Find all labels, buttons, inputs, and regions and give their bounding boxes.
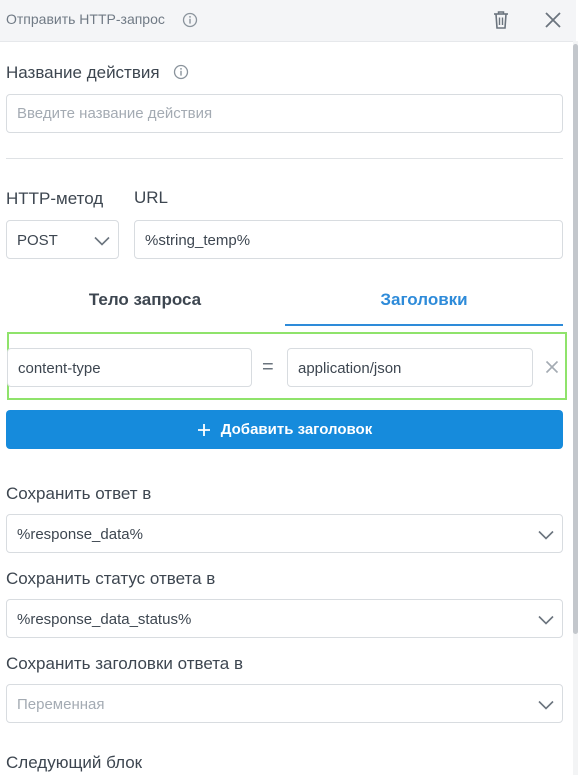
url-label: URL <box>134 188 169 207</box>
chevron-down-icon <box>538 527 554 545</box>
divider <box>6 158 563 159</box>
panel-title: Отправить HTTP-запрос <box>6 11 165 27</box>
panel-header: Отправить HTTP-запрос <box>0 0 576 42</box>
plus-icon <box>197 423 211 437</box>
chevron-down-icon <box>94 233 110 251</box>
url-value: %string_temp% <box>145 232 251 249</box>
save-status-value: %response_data_status% <box>17 611 192 628</box>
header-key-input[interactable]: content-type <box>7 348 252 387</box>
action-name-input[interactable] <box>6 94 563 133</box>
header-value-value: application/json <box>298 360 402 377</box>
url-input[interactable]: %string_temp% <box>134 220 563 259</box>
info-icon[interactable] <box>173 64 189 80</box>
tab-active-indicator <box>285 324 563 326</box>
close-icon[interactable] <box>542 9 564 31</box>
trash-icon[interactable] <box>490 9 512 31</box>
http-method-label: HTTP-метод <box>6 189 104 208</box>
header-value-input[interactable]: application/json <box>287 348 533 387</box>
http-method-select[interactable]: POST <box>6 220 119 259</box>
save-headers-label: Сохранить заголовки ответа в <box>6 654 244 673</box>
save-headers-select[interactable]: Переменная <box>6 684 563 723</box>
save-status-label: Сохранить статус ответа в <box>6 569 216 588</box>
tab-request-body[interactable]: Тело запроса <box>6 282 284 326</box>
info-icon[interactable] <box>182 12 198 28</box>
save-headers-placeholder: Переменная <box>17 696 105 713</box>
chevron-down-icon <box>538 697 554 715</box>
add-header-button[interactable]: Добавить заголовок <box>6 410 563 449</box>
header-equals-sign: = <box>262 356 274 378</box>
scrollbar-thumb[interactable] <box>573 44 578 634</box>
close-icon[interactable] <box>543 358 561 376</box>
save-status-select[interactable]: %response_data_status% <box>6 599 563 638</box>
next-block-label: Следующий блок <box>6 753 143 772</box>
header-key-value: content-type <box>18 360 101 377</box>
save-response-select[interactable]: %response_data% <box>6 514 563 553</box>
chevron-down-icon <box>538 612 554 630</box>
add-header-label: Добавить заголовок <box>220 421 373 438</box>
save-response-value: %response_data% <box>17 526 143 543</box>
tab-headers[interactable]: Заголовки <box>285 282 563 326</box>
action-name-label: Название действия <box>6 63 160 82</box>
http-method-value: POST <box>17 232 58 249</box>
save-response-label: Сохранить ответ в <box>6 484 152 503</box>
